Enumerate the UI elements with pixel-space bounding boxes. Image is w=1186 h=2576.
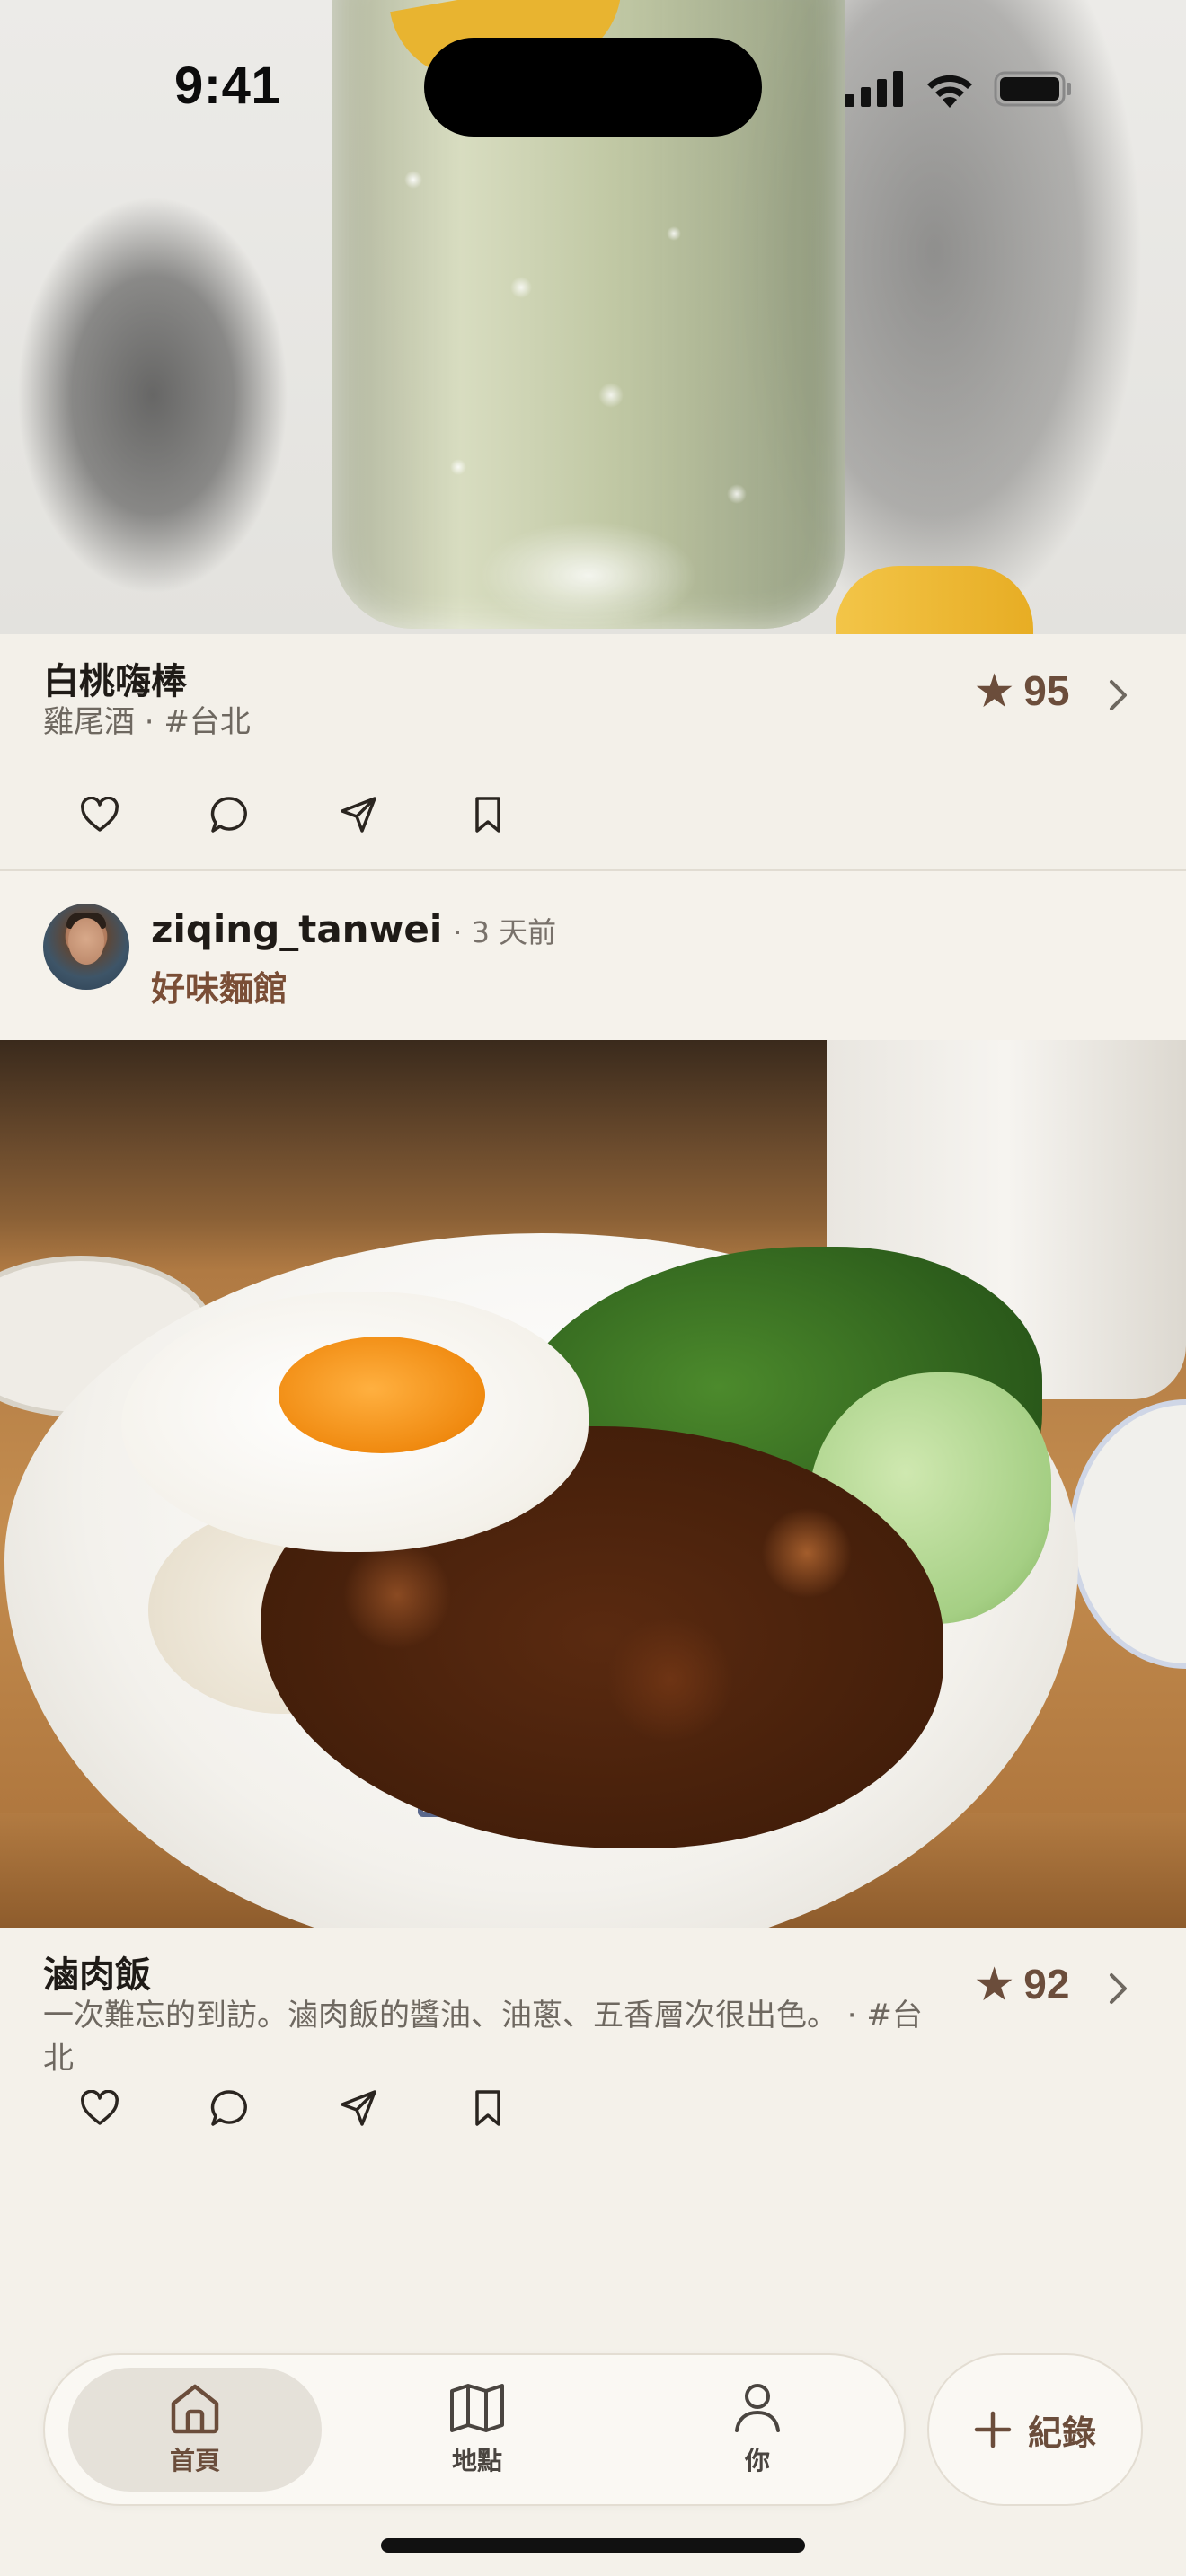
like-button[interactable] [79,794,120,835]
author-line: ziqing_tanwei · 3 天前 [151,907,556,951]
send-icon [341,797,376,833]
like-button[interactable] [79,2087,120,2129]
wifi-icon [927,75,972,108]
home-icon [171,2384,219,2434]
post-photo-food[interactable] [0,1040,1186,1928]
tab-home-label: 首頁 [169,2446,220,2475]
post-info-2: 滷肉飯 一次難忘的到訪。滷肉飯的醬油、油蔥、五香層次很出色。 · #台北 ★ 9… [0,1928,1186,2163]
chevron-right-icon[interactable] [1107,677,1130,713]
lemon-slice-shape [836,566,1033,634]
chevron-right-icon[interactable] [1107,1971,1130,2007]
bookmark-icon [475,797,500,833]
dish-title: 滷肉飯 [43,1954,151,1996]
glass-bubbles [377,126,800,575]
tab-bar: 首頁 地點 你 [43,2353,906,2506]
tab-places-label: 地點 [451,2446,502,2475]
score-value: 95 [1023,667,1070,714]
tab-places[interactable]: 地點 [350,2368,604,2492]
heart-icon [81,2090,119,2125]
egg-yolk-shape [279,1337,485,1453]
person-icon [735,2384,780,2432]
username-link[interactable]: ziqing_tanwei [151,907,442,951]
restaurant-link[interactable]: 好味麵館 [151,961,288,1010]
share-button[interactable] [338,794,379,835]
heart-icon [81,797,119,832]
dynamic-island [424,38,762,137]
status-icons [845,70,1073,108]
post-info-1: 白桃嗨棒 雞尾酒 · #台北 ★ 95 [0,634,1186,869]
star-icon: ★ [976,1961,1013,2007]
dish-subtitle: 一次難忘的到訪。滷肉飯的醬油、油蔥、五香層次很出色。 · #台北 [43,1998,923,2077]
record-label: 紀錄 [1027,2413,1096,2453]
bookmark-button[interactable] [467,794,509,835]
map-icon [450,2384,504,2432]
bookmark-icon [475,2090,500,2126]
comment-icon [210,797,247,833]
dish-title: 白桃嗨棒 [43,661,187,702]
avatar[interactable] [43,904,129,990]
plus-icon [974,2411,1012,2448]
send-icon [341,2090,376,2126]
status-bar: 9:41 [0,0,1186,171]
tab-you[interactable]: 你 [631,2368,884,2492]
post-actions [79,2087,509,2129]
home-indicator[interactable] [381,2538,805,2553]
comment-icon [210,2090,247,2126]
tab-home[interactable]: 首頁 [68,2368,322,2492]
record-button[interactable]: 紀錄 [927,2353,1143,2506]
comment-button[interactable] [208,2087,250,2129]
avatar-face [68,918,104,965]
score-badge[interactable]: ★ 95 [976,666,1069,715]
dish-subtitle: 雞尾酒 · #台北 [43,704,251,740]
score-value: 92 [1023,1961,1070,2007]
score-badge[interactable]: ★ 92 [976,1960,1069,2008]
status-time: 9:41 [174,57,281,115]
time-ago: · 3 天前 [453,915,557,949]
star-icon: ★ [976,667,1013,714]
cellular-signal-icon [845,71,903,107]
side-dish-shape [1069,1399,1186,1669]
battery-icon [994,71,1071,107]
post-header-2: ziqing_tanwei · 3 天前 好味麵館 [0,871,1186,1040]
bookmark-button[interactable] [467,2087,509,2129]
post-actions [79,794,509,835]
comment-button[interactable] [208,794,250,835]
share-button[interactable] [338,2087,379,2129]
tab-you-label: 你 [744,2446,770,2475]
